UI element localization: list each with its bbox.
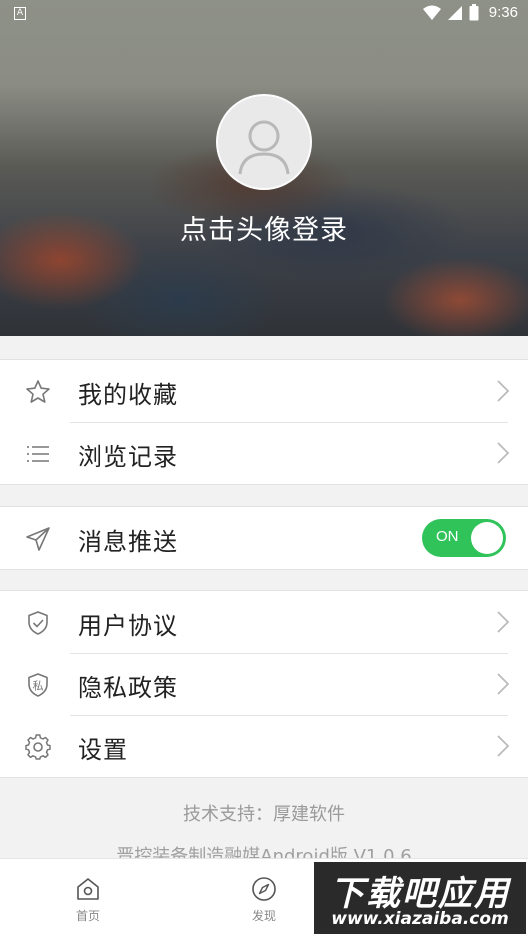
menu-group-settings: 用户协议 私 隐私政策 设置 [0,590,528,778]
menu-item-favorites[interactable]: 我的收藏 [0,360,528,422]
menu-group-content: 我的收藏 浏览记录 [0,359,528,485]
nav-label: 首页 [75,909,100,923]
chevron-right-icon [497,611,510,633]
menu-item-label: 浏览记录 [78,443,178,471]
send-icon [26,527,50,551]
gear-icon [25,734,51,760]
star-icon [26,380,50,403]
nav-item-home[interactable]: 首页 [58,875,118,924]
nav-item-discover[interactable]: 发现 [234,875,294,924]
status-time: 9:36 [488,4,518,21]
menu-item-label: 隐私政策 [78,674,178,702]
toggle-knob [471,522,503,554]
privacy-icon-text: 私 [33,680,44,693]
menu-item-label: 消息推送 [78,528,178,556]
menu-item-label: 我的收藏 [78,381,178,409]
avatar[interactable] [216,94,312,190]
push-toggle[interactable]: ON [422,519,506,557]
menu-item-privacy-policy[interactable]: 私 隐私政策 [0,653,528,715]
compass-icon [252,877,276,901]
watermark-title: 下载吧应用 [330,874,510,914]
chevron-right-icon [497,673,510,695]
menu-item-user-agreement[interactable]: 用户协议 [0,591,528,653]
signal-icon [447,5,462,20]
notification-icon: A [14,7,26,20]
chevron-right-icon [497,735,510,757]
wifi-icon [422,5,441,20]
menu-group-notifications: 消息推送 ON [0,506,528,570]
login-prompt[interactable]: 点击头像登录 [0,208,528,247]
battery-icon [469,4,479,21]
home-icon [77,878,99,900]
chevron-right-icon [497,442,510,464]
tech-support-text: 技术支持：厚建软件 [183,804,345,825]
menu-item-label: 设置 [78,736,128,764]
nav-label: 发现 [251,909,276,923]
shield-check-icon [28,611,48,635]
watermark-url: www.xiazaiba.com [331,909,509,929]
menu-item-settings[interactable]: 设置 [0,715,528,777]
user-icon [238,120,290,175]
privacy-shield-icon: 私 [28,673,48,697]
chevron-right-icon [497,380,510,402]
toggle-label: ON [436,528,459,545]
menu-item-push: 消息推送 ON [0,507,528,569]
profile-header: A 9:36 点击头像登录 [0,0,528,336]
status-bar: A 9:36 [0,0,528,28]
watermark-logo: 下载吧应用 www.xiazaiba.com [314,862,526,934]
list-icon [27,446,49,462]
menu-item-label: 用户协议 [78,612,178,640]
menu-item-history[interactable]: 浏览记录 [0,422,528,484]
